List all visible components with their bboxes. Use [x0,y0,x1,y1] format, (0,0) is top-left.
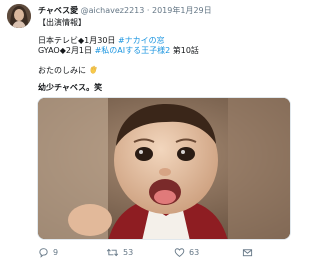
text-childhood-chavez: 幼少チャベス。笑 [38,83,103,92]
direct-message-button[interactable] [242,246,253,258]
avatar[interactable] [7,4,31,28]
separator-dot: · [146,6,150,15]
retweet-button[interactable]: 53 [106,246,133,258]
text-look-forward: おたのしみに [38,66,86,75]
reply-count: 9 [53,247,59,257]
tweet-line-3: GYAO◆2月1日 #私のAIする王子様2 第10話 [38,46,296,56]
tweet[interactable]: チャベス愛 @aichavez2213 · 2019年1月29日 【出演情報】 … [0,0,300,261]
hashtag-nakai-no-mado[interactable]: #ナカイの窓 [118,36,165,45]
text-episode: 第10話 [172,46,199,55]
waving-hand-icon [89,65,98,77]
baby-photo-image [38,98,290,239]
tweet-line-5: 幼少チャベス。笑 [38,83,296,93]
tweet-photo[interactable] [37,97,291,240]
retweet-count: 53 [123,247,134,257]
retweet-icon [106,248,119,256]
tweet-line-4: おたのしみに [38,65,296,77]
user-handle[interactable]: @aichavez2213 [81,6,145,15]
tweet-line-2: 日本テレビ◆1月30日 #ナカイの窓 [38,36,296,46]
hashtag-ai-prince[interactable]: #私のAIする王子様2 [95,46,171,55]
display-name[interactable]: チャベス愛 [38,6,78,15]
heart-icon [174,247,185,257]
reply-icon [39,247,48,258]
envelope-icon [242,248,253,256]
text-gyao-date: GYAO◆2月1日 [38,46,93,55]
tweet-date[interactable]: 2019年1月29日 [152,6,212,15]
tweet-line-1: 【出演情報】 [38,18,296,28]
like-button[interactable]: 63 [174,246,199,258]
text-appearance-info: 【出演情報】 [38,18,86,27]
avatar-photo [7,4,31,28]
tweet-header: チャベス愛 @aichavez2213 · 2019年1月29日 [38,6,296,16]
tweet-actions: 9 53 63 [38,246,296,258]
reply-button[interactable]: 9 [38,246,58,258]
like-count: 63 [189,247,200,257]
text-ntv-date: 日本テレビ◆1月30日 [38,36,116,45]
